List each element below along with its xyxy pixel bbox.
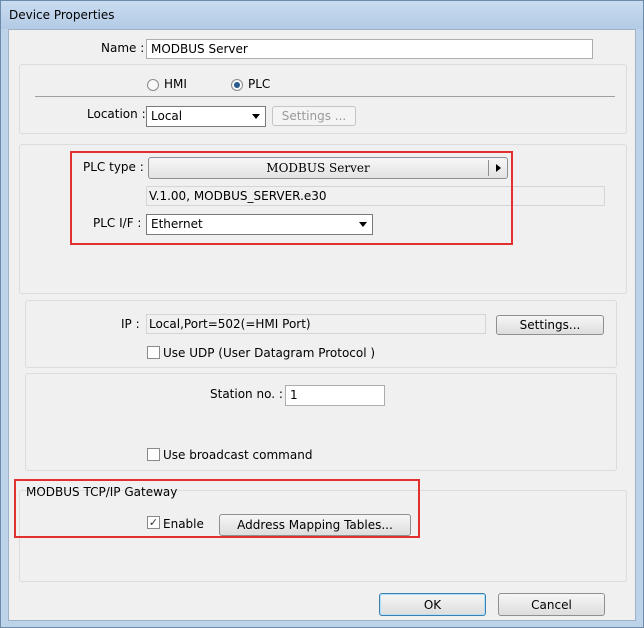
device-properties-window: Device Properties Name : MODBUS Server H… xyxy=(0,0,644,628)
hmi-radio-label: HMI xyxy=(164,77,187,91)
dropdown-arrow-icon xyxy=(252,114,260,119)
plc-radio[interactable] xyxy=(231,79,243,91)
ip-settings-button[interactable]: Settings... xyxy=(496,315,604,335)
use-udp-checkbox[interactable] xyxy=(147,346,160,359)
use-udp-label: Use UDP (User Datagram Protocol ) xyxy=(163,346,376,360)
name-label: Name : xyxy=(101,41,145,55)
station-input[interactable]: 1 xyxy=(285,385,385,406)
location-settings-button[interactable]: Settings ... xyxy=(272,106,356,126)
location-select[interactable]: Local xyxy=(146,106,266,127)
plc-highlight-box xyxy=(70,151,513,245)
broadcast-checkbox[interactable] xyxy=(147,448,160,461)
hmi-radio[interactable] xyxy=(147,79,159,91)
ip-label: IP : xyxy=(121,317,140,331)
location-label: Location : xyxy=(87,107,146,121)
separator-line xyxy=(35,96,615,97)
ip-field: Local,Port=502(=HMI Port) xyxy=(146,314,486,334)
gateway-highlight-box xyxy=(14,479,420,538)
broadcast-label: Use broadcast command xyxy=(163,448,313,462)
cancel-button[interactable]: Cancel xyxy=(498,593,605,616)
title-bar[interactable]: Device Properties xyxy=(1,1,643,29)
name-input[interactable]: MODBUS Server xyxy=(146,39,593,59)
plc-radio-label: PLC xyxy=(248,77,271,91)
location-value: Local xyxy=(151,109,183,123)
window-title: Device Properties xyxy=(9,8,115,22)
station-label: Station no. : xyxy=(210,387,283,401)
ok-button[interactable]: OK xyxy=(379,593,486,616)
dialog-body: Name : MODBUS Server HMI PLC Location : … xyxy=(8,29,636,621)
